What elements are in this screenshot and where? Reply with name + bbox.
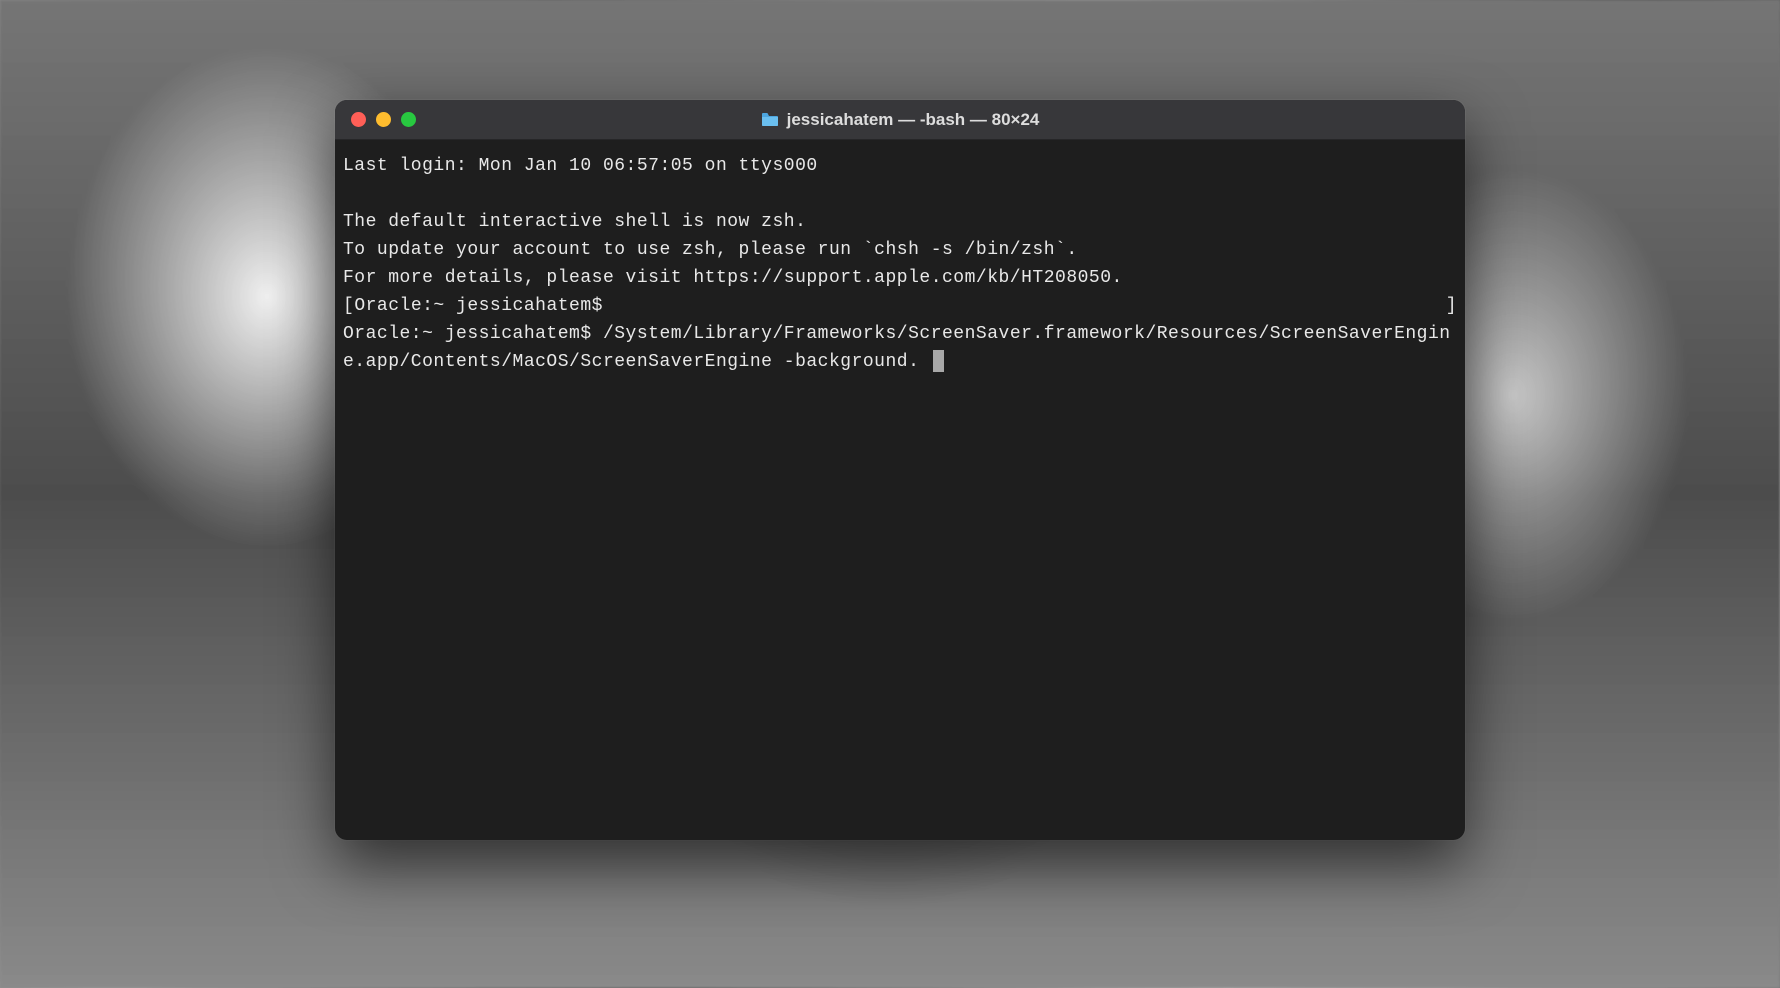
- maximize-button[interactable]: [401, 112, 416, 127]
- terminal-output-line: To update your account to use zsh, pleas…: [343, 236, 1457, 264]
- terminal-output-line: For more details, please visit https://s…: [343, 264, 1457, 292]
- title-container: jessicahatem — -bash — 80×24: [335, 110, 1465, 130]
- bracket-open: [: [343, 296, 354, 316]
- prompt-text: Oracle:~ jessicahatem$: [343, 324, 603, 344]
- window-controls: [351, 112, 416, 127]
- close-button[interactable]: [351, 112, 366, 127]
- prompt-text: Oracle:~ jessicahatem$: [354, 296, 603, 316]
- bracket-close: ]: [1446, 292, 1457, 320]
- terminal-cursor: [933, 350, 944, 372]
- terminal-window: jessicahatem — -bash — 80×24 Last login:…: [335, 100, 1465, 840]
- window-title: jessicahatem — -bash — 80×24: [787, 110, 1040, 130]
- window-titlebar[interactable]: jessicahatem — -bash — 80×24: [335, 100, 1465, 140]
- terminal-prompt-line: [Oracle:~ jessicahatem$]: [343, 292, 1457, 320]
- terminal-output-line: The default interactive shell is now zsh…: [343, 208, 1457, 236]
- terminal-empty-line: [343, 180, 1457, 208]
- folder-icon: [761, 112, 779, 127]
- terminal-command-line: Oracle:~ jessicahatem$ /System/Library/F…: [343, 320, 1457, 376]
- minimize-button[interactable]: [376, 112, 391, 127]
- terminal-output-line: Last login: Mon Jan 10 06:57:05 on ttys0…: [343, 152, 1457, 180]
- terminal-content[interactable]: Last login: Mon Jan 10 06:57:05 on ttys0…: [335, 140, 1465, 388]
